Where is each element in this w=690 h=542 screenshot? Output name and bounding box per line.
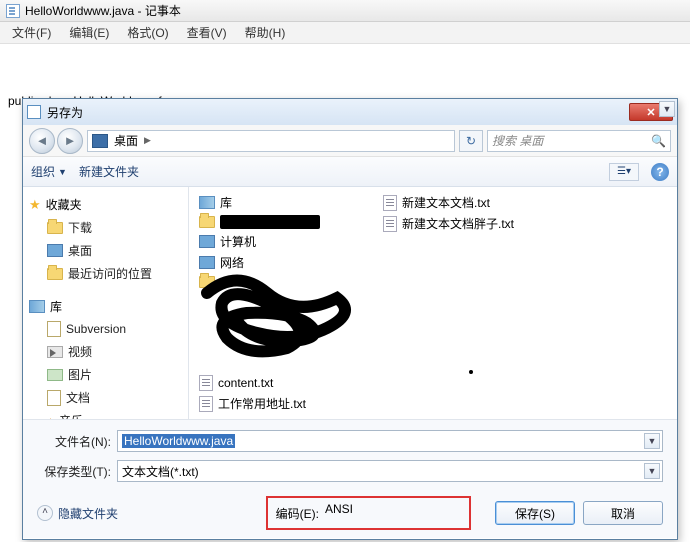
text-file-icon: [383, 195, 397, 211]
list-item[interactable]: content.txt: [197, 374, 367, 392]
library-icon: [29, 300, 45, 313]
text-file-icon: [199, 375, 213, 391]
sidebar-item-music[interactable]: ♪音乐: [27, 409, 184, 419]
dialog-bottom: 文件名(N): HelloWorldwww.java ▼ 保存类型(T): 文本…: [23, 419, 677, 538]
stray-dot: [469, 370, 473, 374]
filename-input[interactable]: HelloWorldwww.java ▼: [117, 430, 663, 452]
list-item[interactable]: [197, 214, 367, 230]
list-item[interactable]: 新建文本文档.txt: [381, 193, 516, 212]
sidebar: ★收藏夹 下载 桌面 最近访问的位置 库 Subversion 视频 图片 文档…: [23, 187, 189, 419]
dialog-toolbar: 组织▼ 新建文件夹 ☰▾ ?: [23, 157, 677, 187]
redacted-text: [220, 215, 320, 229]
dropdown-icon[interactable]: ▼: [644, 463, 660, 479]
sidebar-favorites[interactable]: ★收藏夹: [27, 193, 184, 216]
folder-icon: [47, 222, 63, 234]
doc-icon: [47, 321, 61, 337]
computer-icon: [199, 235, 215, 248]
cancel-button[interactable]: 取消: [583, 501, 663, 525]
path-arrow-icon: ▶: [144, 135, 151, 146]
library-icon: [199, 196, 215, 209]
save-button[interactable]: 保存(S): [495, 501, 575, 525]
notepad-titlebar: HelloWorldwww.java - 记事本: [0, 0, 690, 22]
text-file-icon: [383, 216, 397, 232]
filetype-select[interactable]: 文本文档(*.txt) ▼: [117, 460, 663, 482]
encoding-value: ANSI: [325, 502, 353, 516]
menu-view[interactable]: 查看(V): [179, 22, 235, 43]
list-item[interactable]: 库: [197, 193, 367, 212]
star-icon: ★: [29, 197, 41, 213]
new-folder-button[interactable]: 新建文件夹: [79, 163, 139, 180]
list-item[interactable]: 新建文本文档胖子.txt: [381, 214, 516, 233]
folder-icon: [47, 268, 63, 280]
notepad-menubar: 文件(F) 编辑(E) 格式(O) 查看(V) 帮助(H): [0, 22, 690, 44]
dialog-title-text: 另存为: [47, 104, 83, 121]
path-breadcrumb[interactable]: 桌面 ▶: [87, 130, 455, 152]
save-as-dialog: 另存为 ✕ ◄ ► 桌面 ▶ ↻ 搜索 桌面 🔍 组织▼ 新建文件夹 ☰▾ ?: [22, 98, 678, 540]
menu-file[interactable]: 文件(F): [4, 22, 59, 43]
desktop-icon: [92, 134, 108, 148]
sidebar-item-subversion[interactable]: Subversion: [27, 318, 184, 340]
encoding-highlight: 编码(E): ANSI ▼: [266, 496, 471, 530]
filename-label: 文件名(N):: [37, 433, 111, 450]
encoding-label: 编码(E):: [276, 505, 319, 522]
path-label: 桌面: [114, 132, 138, 149]
sidebar-item-documents[interactable]: 文档: [27, 386, 184, 409]
doc-icon: [47, 390, 61, 406]
nav-row: ◄ ► 桌面 ▶ ↻ 搜索 桌面 🔍: [23, 125, 677, 157]
video-icon: [47, 346, 63, 358]
file-list-area[interactable]: 库 计算机 网络 test content.txt 工作常用地址.txt 新建文…: [189, 187, 677, 419]
search-input[interactable]: 搜索 桌面 🔍: [487, 130, 671, 152]
sidebar-item-pictures[interactable]: 图片: [27, 363, 184, 386]
hide-folders-button[interactable]: ˄ 隐藏文件夹: [37, 505, 118, 522]
sidebar-item-videos[interactable]: 视频: [27, 340, 184, 363]
help-button[interactable]: ?: [651, 163, 669, 181]
dialog-icon: [27, 105, 41, 119]
dialog-titlebar: 另存为 ✕: [23, 99, 677, 125]
menu-help[interactable]: 帮助(H): [237, 22, 294, 43]
back-button[interactable]: ◄: [29, 128, 55, 154]
sidebar-item-recent[interactable]: 最近访问的位置: [27, 262, 184, 285]
redacted-scribble: [197, 263, 367, 373]
dropdown-icon[interactable]: ▼: [659, 101, 675, 117]
filetype-label: 保存类型(T):: [37, 463, 111, 480]
filename-value: HelloWorldwww.java: [122, 434, 235, 448]
encoding-select[interactable]: ANSI ▼: [325, 502, 461, 524]
chevron-up-icon: ˄: [37, 505, 53, 521]
dropdown-icon[interactable]: ▼: [644, 433, 660, 449]
notepad-icon: [6, 4, 20, 18]
organize-button[interactable]: 组织▼: [31, 163, 67, 180]
music-icon: ♪: [47, 413, 54, 420]
search-placeholder: 搜索 桌面: [492, 132, 543, 149]
text-file-icon: [199, 396, 213, 412]
filetype-value: 文本文档(*.txt): [122, 463, 199, 480]
sidebar-libraries[interactable]: 库: [27, 295, 184, 318]
view-mode-button[interactable]: ☰▾: [609, 163, 639, 181]
notepad-title-text: HelloWorldwww.java - 记事本: [25, 2, 181, 19]
forward-button[interactable]: ►: [57, 128, 83, 154]
sidebar-item-desktop[interactable]: 桌面: [27, 239, 184, 262]
folder-icon: [199, 216, 215, 228]
sidebar-item-downloads[interactable]: 下载: [27, 216, 184, 239]
list-item[interactable]: 工作常用地址.txt: [197, 394, 367, 413]
refresh-button[interactable]: ↻: [459, 130, 483, 152]
search-icon: 🔍: [651, 134, 666, 148]
picture-icon: [47, 369, 63, 381]
menu-edit[interactable]: 编辑(E): [61, 22, 117, 43]
desktop-icon: [47, 244, 63, 257]
menu-format[interactable]: 格式(O): [119, 22, 176, 43]
list-item[interactable]: 计算机: [197, 232, 367, 251]
